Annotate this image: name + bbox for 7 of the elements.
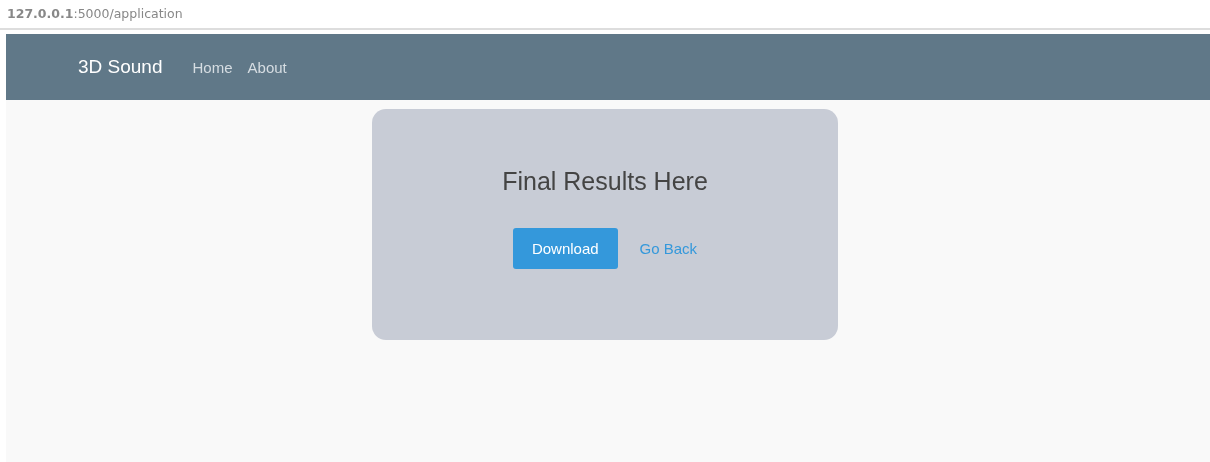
nav-link[interactable]: Home bbox=[192, 58, 233, 76]
card-title: Final Results Here bbox=[502, 167, 708, 196]
brand-link[interactable]: 3D Sound bbox=[78, 56, 163, 78]
go-back-link[interactable]: Go Back bbox=[639, 240, 698, 257]
address-url[interactable]: 127.0.0.1:5000/application bbox=[7, 6, 183, 21]
nav-link[interactable]: About bbox=[247, 58, 287, 76]
download-button[interactable]: Download bbox=[512, 228, 618, 269]
